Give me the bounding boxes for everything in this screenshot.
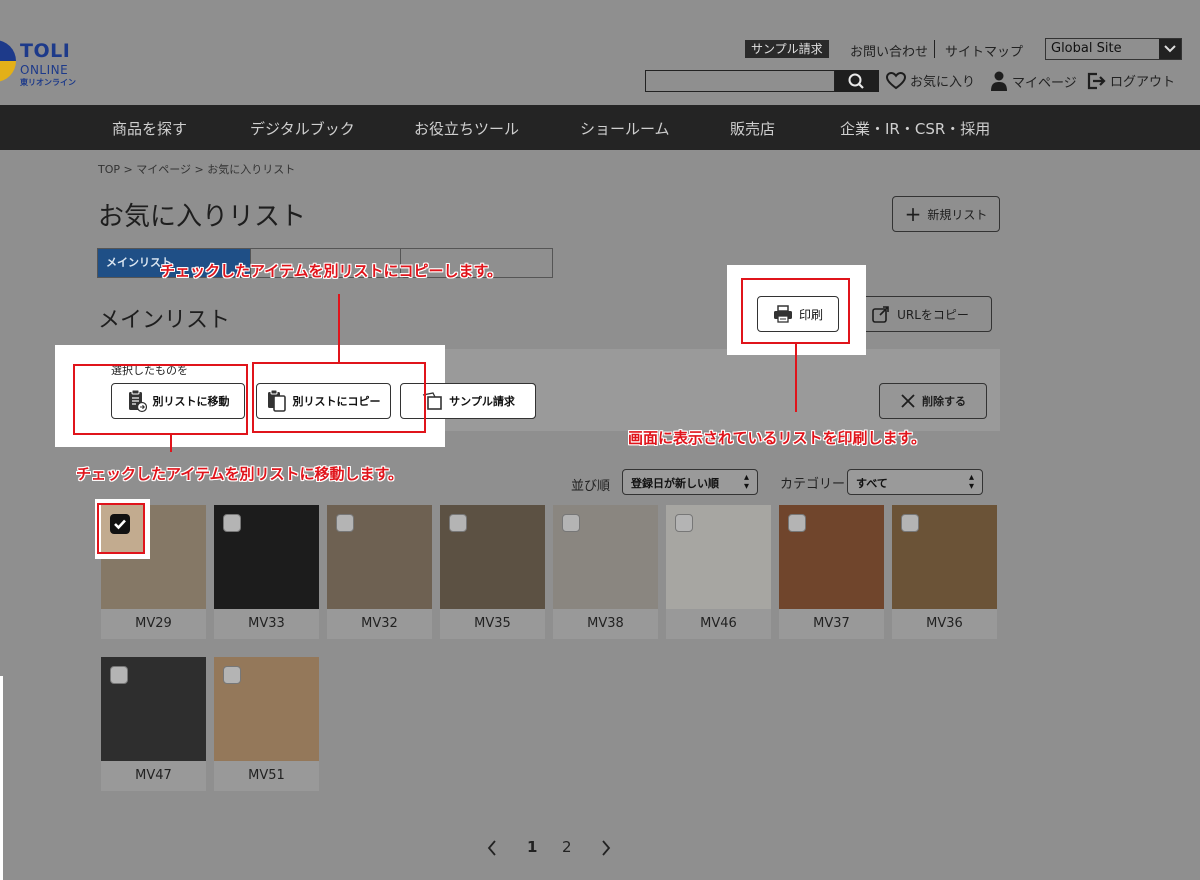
product-checkbox[interactable] (788, 514, 806, 532)
contact-link[interactable]: お問い合わせ (850, 41, 928, 60)
sort-label: 並び順 (571, 479, 611, 494)
product-checkbox[interactable] (336, 514, 354, 532)
nav-item-showroom[interactable]: ショールーム (580, 118, 670, 139)
user-icon (991, 71, 1007, 91)
product-card[interactable]: MV36 (892, 505, 997, 639)
product-card[interactable]: MV51 (214, 657, 319, 791)
url-copy-button[interactable]: URLをコピー (848, 296, 992, 332)
delete-button[interactable]: 削除する (879, 383, 987, 419)
sample-request-link[interactable]: サンプル請求 (745, 40, 829, 58)
logo-kana: 東リオンライン (20, 78, 76, 87)
next-page-button[interactable] (600, 838, 612, 862)
product-card[interactable]: MV32 (327, 505, 432, 639)
product-card[interactable]: MV38 (553, 505, 658, 639)
product-checkbox[interactable] (223, 666, 241, 684)
product-checkbox[interactable] (110, 666, 128, 684)
product-card[interactable]: MV37 (779, 505, 884, 639)
chevron-right-icon (602, 840, 611, 856)
product-code: MV35 (474, 616, 511, 631)
edge-strip (0, 676, 3, 880)
chevron-down-icon (1159, 39, 1181, 59)
annotation-line-move (170, 435, 172, 452)
product-code: MV29 (135, 616, 172, 631)
logo-text[interactable]: TOLI (20, 40, 70, 62)
checked-checkbox[interactable] (110, 514, 130, 534)
callout-print: 画面に表示されているリストを印刷します。 (628, 429, 927, 447)
plus-icon: + (904, 202, 922, 226)
logo-mark[interactable] (0, 40, 16, 82)
product-code: MV47 (135, 768, 172, 783)
product-code: MV38 (587, 616, 624, 631)
search-input[interactable] (645, 70, 835, 92)
logout-icon (1087, 72, 1106, 89)
product-checkbox[interactable] (675, 514, 693, 532)
product-code: MV46 (700, 616, 737, 631)
global-site-select[interactable]: Global Site (1045, 38, 1182, 60)
annotation-box-move (73, 364, 248, 435)
logout-label: ログアウト (1110, 75, 1176, 90)
annotation-box-print (741, 278, 850, 344)
url-copy-label: URLをコピー (897, 307, 969, 322)
product-code: MV33 (248, 616, 285, 631)
page-2[interactable]: 2 (562, 838, 572, 856)
product-checkbox[interactable] (223, 514, 241, 532)
link-copy-icon (872, 306, 889, 323)
callout-copy: チェックしたアイテムを別リストにコピーします。 (160, 262, 503, 280)
nav-item-products[interactable]: 商品を探す (112, 118, 187, 139)
page-1[interactable]: 1 (527, 838, 537, 856)
heart-icon (886, 71, 906, 89)
callout-move: チェックしたアイテムを別リストに移動します。 (76, 465, 404, 483)
new-list-button[interactable]: + 新規リスト (892, 196, 1000, 232)
product-code: MV32 (361, 616, 398, 631)
breadcrumb[interactable]: TOP > マイページ > お気に入りリスト (98, 161, 295, 177)
search-button[interactable] (835, 70, 879, 92)
product-code: MV37 (813, 616, 850, 631)
sitemap-link[interactable]: サイトマップ (945, 41, 1023, 60)
annotation-line-copy (338, 294, 340, 362)
divider (934, 40, 935, 58)
close-icon (901, 394, 915, 408)
list-name: メインリスト (98, 308, 231, 333)
sort-value: 登録日が新しい順 (631, 477, 719, 490)
select-arrows-icon: ▴ ▾ (968, 472, 974, 492)
product-checkbox[interactable] (901, 514, 919, 532)
product-checkbox[interactable] (449, 514, 467, 532)
category-value: すべて (856, 477, 888, 490)
mypage-link[interactable]: マイページ (990, 71, 1077, 91)
product-code: MV36 (926, 616, 963, 631)
mypage-label: マイページ (1012, 75, 1077, 91)
sample-label: サンプル請求 (449, 395, 515, 408)
category-select[interactable]: すべて ▴ ▾ (847, 469, 983, 495)
nav-item-digital-book[interactable]: デジタルブック (250, 118, 355, 139)
product-checkbox[interactable] (562, 514, 580, 532)
sort-select[interactable]: 登録日が新しい順 ▴ ▾ (622, 469, 758, 495)
delete-label: 削除する (922, 395, 966, 408)
annotation-box-copy (252, 362, 426, 433)
product-card[interactable]: MV35 (440, 505, 545, 639)
logout-link[interactable]: ログアウト (1086, 71, 1175, 90)
nav-item-dealers[interactable]: 販売店 (730, 118, 775, 139)
new-list-label: 新規リスト (927, 207, 988, 222)
product-code: MV51 (248, 768, 285, 783)
category-label: カテゴリー (780, 477, 846, 492)
global-site-value: Global Site (1051, 41, 1122, 56)
search-icon (848, 73, 864, 89)
product-card[interactable]: MV33 (214, 505, 319, 639)
prev-page-button[interactable] (486, 838, 498, 862)
page-title: お気に入りリスト (98, 202, 307, 232)
product-card[interactable]: MV47 (101, 657, 206, 791)
nav-item-tools[interactable]: お役立ちツール (414, 118, 519, 139)
annotation-line-print (795, 344, 797, 412)
favorites-label: お気に入り (910, 75, 976, 90)
check-icon (114, 519, 126, 530)
logo-subtext: ONLINE (20, 63, 69, 77)
nav-item-corporate[interactable]: 企業・IR・CSR・採用 (840, 118, 990, 139)
select-arrows-icon: ▴ ▾ (743, 472, 749, 492)
chevron-left-icon (487, 840, 496, 856)
favorites-link[interactable]: お気に入り (886, 71, 975, 90)
product-card[interactable]: MV46 (666, 505, 771, 639)
global-nav: 商品を探す デジタルブック お役立ちツール ショールーム 販売店 企業・IR・C… (0, 105, 1200, 150)
